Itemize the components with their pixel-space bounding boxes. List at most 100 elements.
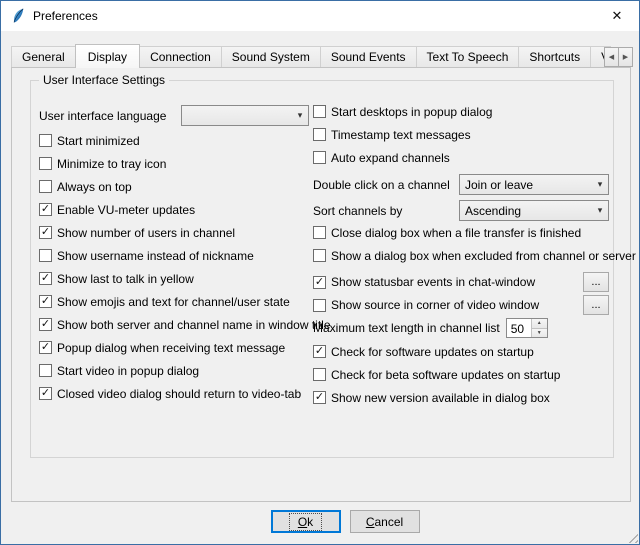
spinner-value[interactable]: 50 [507, 319, 531, 337]
checkbox-label: Start desktops in popup dialog [331, 105, 492, 119]
right-checkbox-list-top: Start desktops in popup dialog Timestamp… [313, 105, 609, 164]
checkbox-row[interactable]: Start minimized [39, 134, 309, 147]
checkbox-row[interactable]: Always on top [39, 180, 309, 193]
video-source-options-button[interactable]: ... [583, 295, 609, 315]
checkbox-row[interactable]: ✓ Check for software updates on startup [313, 345, 609, 358]
right-column: Start desktops in popup dialog Timestamp… [313, 105, 609, 414]
checkbox-row[interactable]: ✓ Enable VU-meter updates [39, 203, 309, 216]
cancel-button[interactable]: Cancel [350, 510, 420, 533]
checkbox[interactable] [39, 180, 52, 193]
checkbox-label: Show new version available in dialog box [331, 391, 550, 405]
max-text-length-row: Maximum text length in channel list 50 ▲… [313, 318, 609, 338]
checkbox[interactable]: ✓ [39, 295, 52, 308]
tab[interactable]: Connection [139, 46, 222, 67]
tab[interactable]: Sound System [221, 46, 321, 67]
tab[interactable]: Text To Speech [416, 46, 520, 67]
arrow-left-icon: ◀ [609, 53, 614, 61]
checkbox-row[interactable]: Check for beta software updates on start… [313, 368, 609, 381]
checkbox-label: Show source in corner of video window [331, 298, 539, 312]
group-title: User Interface Settings [39, 73, 169, 87]
tab-scroll-control: ◀ ▶ [605, 47, 633, 67]
checkbox-row[interactable]: ✓ Show number of users in channel [39, 226, 309, 239]
checkbox-row[interactable]: ✓ Popup dialog when receiving text messa… [39, 341, 309, 354]
checkbox-row[interactable]: Close dialog box when a file transfer is… [313, 226, 609, 239]
checkbox-row[interactable]: Start desktops in popup dialog [313, 105, 609, 118]
checkbox[interactable] [313, 151, 326, 164]
app-logo-icon [10, 8, 26, 24]
checkbox-row[interactable]: ✓ Show both server and channel name in w… [39, 318, 309, 331]
tab-scroll-right-button[interactable]: ▶ [618, 47, 633, 67]
checkbox[interactable]: ✓ [39, 272, 52, 285]
spin-down-icon[interactable]: ▼ [532, 328, 547, 338]
ok-button-label: Ok [289, 513, 322, 531]
checkbox[interactable] [313, 299, 326, 312]
video-source-row[interactable]: Show source in corner of video window ..… [313, 295, 609, 315]
checkbox[interactable] [313, 249, 326, 262]
checkbox[interactable]: ✓ [313, 276, 326, 289]
statusbar-events-options-button[interactable]: ... [583, 272, 609, 292]
arrow-right-icon: ▶ [623, 53, 628, 61]
chevron-down-icon: ▾ [592, 205, 608, 216]
title-bar: Preferences ✕ [1, 1, 639, 31]
checkbox-row[interactable]: ✓ Closed video dialog should return to v… [39, 387, 309, 400]
checkbox-row[interactable]: Auto expand channels [313, 151, 609, 164]
tab[interactable]: Display [75, 44, 140, 68]
close-icon: ✕ [612, 8, 623, 24]
tab-scroll-left-button[interactable]: ◀ [604, 47, 619, 67]
checkbox-row[interactable]: Show username instead of nickname [39, 249, 309, 262]
checkbox[interactable] [313, 226, 326, 239]
checkbox[interactable] [39, 157, 52, 170]
statusbar-events-row[interactable]: ✓ Show statusbar events in chat-window .… [313, 272, 609, 292]
checkbox[interactable]: ✓ [313, 391, 326, 404]
language-label: User interface language [39, 109, 166, 123]
tab-label: Text To Speech [427, 50, 509, 64]
checkbox-row[interactable]: Show a dialog box when excluded from cha… [313, 249, 609, 262]
checkbox[interactable] [313, 105, 326, 118]
double-click-combobox[interactable]: Join or leave ▾ [459, 174, 609, 195]
checkbox[interactable] [39, 364, 52, 377]
checkbox-label: Popup dialog when receiving text message [57, 341, 285, 355]
window-title: Preferences [33, 9, 98, 23]
checkbox[interactable] [313, 368, 326, 381]
checkbox-label: Start minimized [57, 134, 140, 148]
chevron-down-icon: ▾ [592, 179, 608, 190]
checkbox[interactable] [313, 128, 326, 141]
tab-label: Display [88, 50, 127, 64]
checkbox-label: Show last to talk in yellow [57, 272, 194, 286]
tab[interactable]: Sound Events [320, 46, 417, 67]
combobox-value: Join or leave [460, 178, 592, 192]
checkbox-row[interactable]: ✓ Show last to talk in yellow [39, 272, 309, 285]
language-row: User interface language ▾ [39, 105, 309, 126]
preferences-dialog: Preferences ✕ User Interface Settings Us… [0, 0, 640, 545]
checkbox-label: Show a dialog box when excluded from cha… [331, 249, 636, 263]
left-column: User interface language ▾ Start minimize… [39, 105, 309, 410]
checkbox-row[interactable]: Timestamp text messages [313, 128, 609, 141]
language-combobox[interactable]: ▾ [181, 105, 309, 126]
checkbox-row[interactable]: ✓ Show new version available in dialog b… [313, 391, 609, 404]
checkbox-label: Always on top [57, 180, 132, 194]
tab[interactable]: Shortcuts [518, 46, 591, 67]
close-button[interactable]: ✕ [595, 1, 639, 31]
checkbox-row[interactable]: ✓ Show emojis and text for channel/user … [39, 295, 309, 308]
checkbox[interactable]: ✓ [39, 387, 52, 400]
combobox-value: Ascending [460, 204, 592, 218]
ui-settings-group: User Interface Settings User interface l… [30, 80, 614, 458]
max-text-length-spinner[interactable]: 50 ▲ ▼ [506, 318, 548, 338]
checkbox[interactable]: ✓ [313, 345, 326, 358]
checkbox[interactable]: ✓ [39, 341, 52, 354]
checkbox[interactable] [39, 134, 52, 147]
sort-channels-combobox[interactable]: Ascending ▾ [459, 200, 609, 221]
checkbox-row[interactable]: Minimize to tray icon [39, 157, 309, 170]
right-checkbox-list-mid: Close dialog box when a file transfer is… [313, 226, 609, 262]
checkbox[interactable]: ✓ [39, 226, 52, 239]
checkbox-row[interactable]: Start video in popup dialog [39, 364, 309, 377]
spinner-buttons: ▲ ▼ [531, 319, 547, 337]
checkbox[interactable]: ✓ [39, 203, 52, 216]
tab-label: Shortcuts [529, 50, 580, 64]
checkbox[interactable] [39, 249, 52, 262]
ok-button[interactable]: Ok [271, 510, 341, 533]
tab-label: Sound Events [331, 50, 406, 64]
spin-up-icon[interactable]: ▲ [532, 319, 547, 328]
checkbox[interactable]: ✓ [39, 318, 52, 331]
tab[interactable]: General [11, 46, 76, 67]
